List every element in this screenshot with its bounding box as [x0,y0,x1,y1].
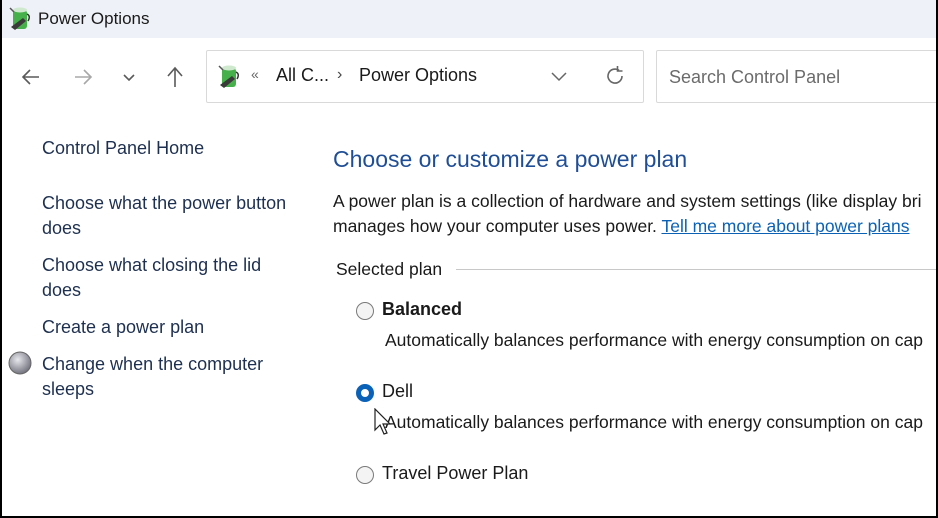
sidebar-link-control-panel-home[interactable]: Control Panel Home [42,136,302,161]
breadcrumb-all-control-panel-items[interactable]: All C... [276,65,329,86]
moon-sleep-icon [8,351,32,375]
plan-travel-radio[interactable] [356,466,374,484]
up-button[interactable] [160,62,190,92]
group-divider [456,269,936,270]
sidebar-link-create-power-plan[interactable]: Create a power plan [42,315,302,340]
power-options-window: Power Options « All C... › Power Options… [2,0,936,516]
window-title: Power Options [38,9,150,28]
power-options-battery-icon [218,65,240,88]
refresh-icon[interactable] [603,64,627,88]
plan-balanced-label[interactable]: Balanced [382,299,462,320]
chevron-down-icon[interactable] [547,64,571,88]
breadcrumb-power-options[interactable]: Power Options [359,65,477,86]
plan-balanced-description: Automatically balances performance with … [385,330,923,350]
page-title: Choose or customize a power plan [333,146,688,172]
main-content: Choose or customize a power plan A power… [332,116,936,516]
breadcrumb-separator[interactable]: › [337,66,342,84]
back-button[interactable] [16,62,46,92]
learn-more-link[interactable]: Tell me more about power plans [661,216,909,236]
plan-dell-label[interactable]: Dell [382,381,413,402]
sidebar-link-closing-lid[interactable]: Choose what closing the lid does [42,253,302,303]
recent-locations-button[interactable] [114,62,144,92]
plan-balanced-radio[interactable] [356,302,374,320]
arrow-right-icon [75,69,93,85]
plan-dell-radio[interactable] [356,384,374,402]
search-box[interactable] [656,50,936,103]
plan-dell-description: Automatically balances performance with … [385,412,923,432]
sidebar-link-change-sleep[interactable]: Change when the computer sleeps [42,352,302,402]
title-bar: Power Options [2,0,936,38]
page-description: A power plan is a collection of hardware… [333,189,936,239]
selected-plan-label: Selected plan [336,259,451,280]
description-line-2: manages how your computer uses power. [333,216,662,236]
forward-button[interactable] [68,62,98,92]
sidebar: Control Panel Home Choose what the power… [2,116,312,516]
address-bar[interactable]: « All C... › Power Options [206,50,644,103]
power-options-battery-icon [9,7,31,30]
arrow-left-icon [21,69,39,85]
description-line-1: A power plan is a collection of hardware… [333,191,922,211]
arrow-up-icon [167,66,183,87]
chevron-down-icon [123,74,135,82]
search-input[interactable] [667,64,931,90]
sidebar-link-power-button[interactable]: Choose what the power button does [42,191,302,241]
breadcrumb-overflow-button[interactable]: « [251,66,259,82]
navigation-bar: « All C... › Power Options [2,38,936,116]
plan-travel-label[interactable]: Travel Power Plan [382,463,528,484]
